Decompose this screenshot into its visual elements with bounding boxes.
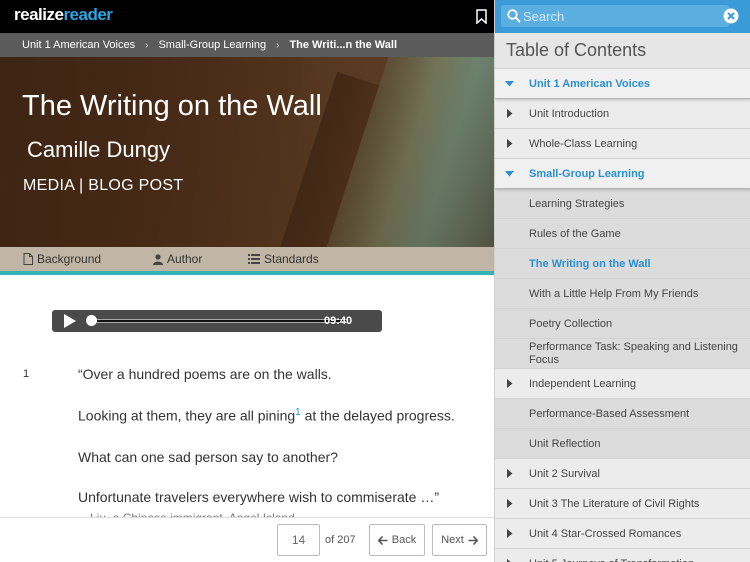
tab-background-label: Background xyxy=(37,252,102,266)
toc-item-label: Poetry Collection xyxy=(529,317,613,330)
info-tabs: Background Author Standards xyxy=(0,247,494,271)
toc-item-label: Unit Introduction xyxy=(529,107,610,120)
content-type: MEDIA | BLOG POST xyxy=(23,177,184,194)
caret-right-icon[interactable] xyxy=(505,139,514,148)
divider-line xyxy=(0,271,494,275)
breadcrumb-separator: › xyxy=(145,39,149,51)
top-bar: realizereader xyxy=(0,0,494,33)
caret-right-icon[interactable] xyxy=(505,499,514,508)
toc-item-whole-class-learning[interactable]: Whole-Class Learning xyxy=(495,128,750,158)
toc-item-unit-introduction[interactable]: Unit Introduction xyxy=(495,98,750,128)
toc-item-label: Performance-Based Assessment xyxy=(529,407,690,420)
toc-item-label: Unit 5 Journeys of Transformation xyxy=(529,558,694,562)
audio-progress-track[interactable] xyxy=(88,319,348,323)
person-icon xyxy=(153,253,163,265)
breadcrumb-separator: › xyxy=(276,39,280,51)
next-button-label: Next xyxy=(441,534,464,546)
poem-line: What can one sad person say to another? xyxy=(78,449,338,465)
caret-right-icon[interactable] xyxy=(505,379,514,388)
breadcrumb-item-unit[interactable]: Unit 1 American Voices xyxy=(22,39,135,51)
author-name: Camille Dungy xyxy=(27,137,171,162)
caret-right-icon[interactable] xyxy=(505,469,514,478)
tab-background[interactable]: Background xyxy=(23,252,101,266)
audio-progress-knob[interactable] xyxy=(86,315,97,326)
document-icon xyxy=(23,253,33,265)
toc-item-label: Independent Learning xyxy=(529,377,637,390)
tab-author[interactable]: Author xyxy=(153,252,202,266)
toc-item-unit-3-the-literature-of-civil-rights[interactable]: Unit 3 The Literature of Civil Rights xyxy=(495,488,750,518)
toc-item-label: Performance Task: Speaking and Listening… xyxy=(529,340,738,366)
toc-item-performance-based-assessment[interactable]: Performance-Based Assessment xyxy=(495,398,750,428)
play-icon[interactable] xyxy=(63,314,77,328)
logo-text-reader: reader xyxy=(63,5,113,24)
breadcrumb-item-section[interactable]: Small-Group Learning xyxy=(158,39,266,51)
tab-standards[interactable]: Standards xyxy=(248,252,319,266)
toc-item-label: Unit 3 The Literature of Civil Rights xyxy=(529,497,700,510)
pager-bar: 14 of 207 Back Next xyxy=(0,517,494,562)
audio-player: 09:40 xyxy=(52,310,382,332)
back-button-label: Back xyxy=(391,534,417,546)
breadcrumb: Unit 1 American Voices › Small-Group Lea… xyxy=(0,33,494,57)
toc-item-unit-1-american-voices[interactable]: Unit 1 American Voices xyxy=(495,68,750,98)
toc-item-label: Small-Group Learning xyxy=(529,167,645,180)
toc-item-label: Unit 2 Survival xyxy=(529,467,600,480)
page-total: of 207 xyxy=(325,534,356,546)
hero-banner: The Writing on the Wall Camille Dungy ME… xyxy=(0,57,494,247)
toc-item-unit-4-star-crossed-romances[interactable]: Unit 4 Star-Crossed Romances xyxy=(495,518,750,548)
toc-item-unit-2-survival[interactable]: Unit 2 Survival xyxy=(495,458,750,488)
poem-line: “Over a hundred poems are on the walls. xyxy=(78,366,332,382)
poem-line: Looking at them, they are all pining1 at… xyxy=(78,407,455,424)
toc-item-label: Learning Strategies xyxy=(529,197,625,210)
toc-item-label: Unit 1 American Voices xyxy=(529,77,651,90)
caret-right-icon[interactable] xyxy=(505,529,514,538)
next-button[interactable]: Next xyxy=(432,524,487,556)
arrow-right-icon xyxy=(468,535,478,545)
toc-item-unit-5-journeys-of-transformation[interactable]: Unit 5 Journeys of Transformation xyxy=(495,548,750,562)
back-button[interactable]: Back xyxy=(369,524,425,556)
caret-right-icon[interactable] xyxy=(505,109,514,118)
toc-item-unit-reflection[interactable]: Unit Reflection xyxy=(495,428,750,458)
list-icon xyxy=(248,254,260,264)
toc-item-label: With a Little Help From My Friends xyxy=(529,287,699,300)
toc-list: Unit 1 American Voices Unit Introduction W… xyxy=(495,68,750,562)
search-icon xyxy=(507,9,521,23)
toc-item-label: The Writing on the Wall xyxy=(529,257,651,270)
logo-text-realize: realize xyxy=(14,5,64,24)
search-bar xyxy=(495,0,750,33)
search-input[interactable] xyxy=(523,6,718,26)
toc-item-rules-of-the-game[interactable]: Rules of the Game xyxy=(495,218,750,248)
toc-panel: Table of Contents Unit 1 American Voices… xyxy=(494,0,750,562)
toc-item-independent-learning[interactable]: Independent Learning xyxy=(495,368,750,398)
page-number-input[interactable]: 14 xyxy=(277,524,320,556)
breadcrumb-item-current: The Writi...n the Wall xyxy=(289,39,397,51)
poem-line: Unfortunate travelers everywhere wish to… xyxy=(78,489,440,505)
toc-item-label: Rules of the Game xyxy=(529,227,621,240)
page-title: The Writing on the Wall xyxy=(22,90,322,122)
toc-item-performance-task-speaking-and-listening-focus[interactable]: Performance Task: Speaking and Listening… xyxy=(495,338,750,368)
arrow-left-icon xyxy=(377,535,388,545)
toc-item-label: Unit Reflection xyxy=(529,437,601,450)
toc-item-poetry-collection[interactable]: Poetry Collection xyxy=(495,308,750,338)
paragraph-number: 1 xyxy=(23,368,30,380)
poem-line-text: Looking at them, they are all pining xyxy=(78,407,296,424)
audio-duration: 09:40 xyxy=(324,315,353,327)
toc-item-label: Unit 4 Star-Crossed Romances xyxy=(529,527,682,540)
tab-standards-label: Standards xyxy=(264,252,319,266)
tab-author-label: Author xyxy=(167,252,203,266)
toc-item-label: Whole-Class Learning xyxy=(529,137,638,150)
toc-item-small-group-learning[interactable]: Small-Group Learning xyxy=(495,158,750,188)
clear-search-icon[interactable] xyxy=(723,8,739,24)
caret-down-icon[interactable] xyxy=(505,169,514,178)
bookmark-icon[interactable] xyxy=(476,9,487,24)
toc-item-the-writing-on-the-wall[interactable]: The Writing on the Wall xyxy=(495,248,750,278)
toc-item-with-a-little-help-from-my-friends[interactable]: With a Little Help From My Friends xyxy=(495,278,750,308)
toc-item-learning-strategies[interactable]: Learning Strategies xyxy=(495,188,750,218)
app-logo[interactable]: realizereader xyxy=(14,5,113,25)
poem-line-text: at the delayed progress. xyxy=(300,407,455,424)
toc-title: Table of Contents xyxy=(506,40,647,60)
caret-down-icon[interactable] xyxy=(505,79,514,88)
